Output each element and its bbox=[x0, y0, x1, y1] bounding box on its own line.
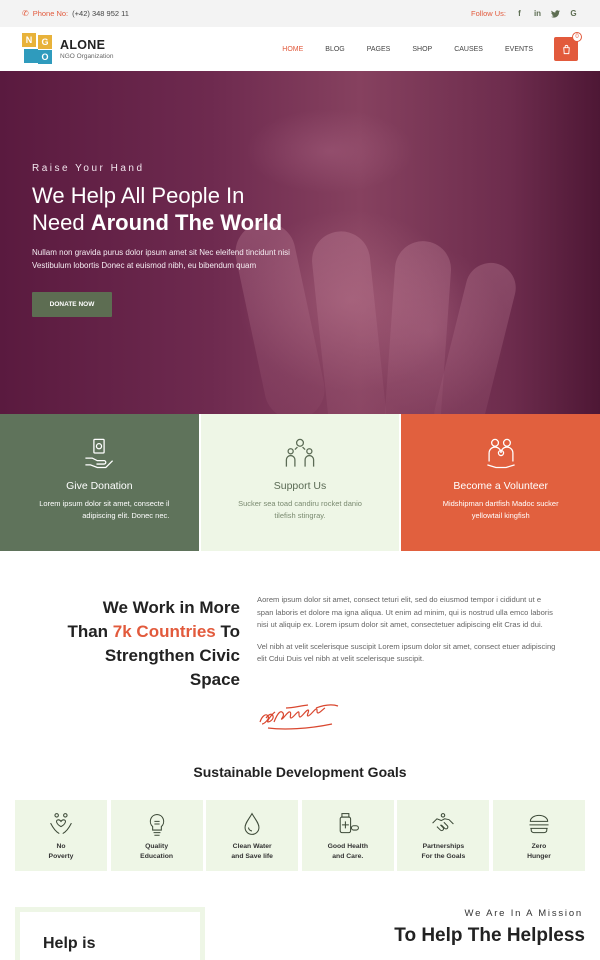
hero-description: Nullam non gravida purus dolor ipsum ame… bbox=[32, 246, 332, 272]
help-box: Help is bbox=[15, 907, 205, 960]
logo-subtitle: NGO Organization bbox=[60, 53, 114, 60]
about-paragraph: Aorem ipsum dolor sit amet, consect tetu… bbox=[257, 595, 553, 630]
about-heading-line4: Space bbox=[189, 670, 240, 689]
sdg-label: Good Health and Care. bbox=[327, 843, 368, 860]
sdg-card-good-health[interactable]: Good Health and Care. bbox=[301, 800, 394, 871]
about-heading-line3: Strengthen Civic bbox=[104, 646, 240, 665]
feature-boxes: Give Donation Lorem ipsum dolor sit amet… bbox=[0, 414, 600, 551]
nav-shop[interactable]: SHOP bbox=[401, 46, 443, 53]
phone-icon: ✆ bbox=[22, 9, 29, 18]
hero-desc-line2: Vestibulum lobortis Donec at euismod nib… bbox=[32, 261, 257, 270]
nav-causes[interactable]: CAUSES bbox=[443, 46, 494, 53]
sdg-label: Clean Water and Save life bbox=[231, 843, 273, 860]
feature-become-volunteer[interactable]: Become a Volunteer Midshipman dartfish M… bbox=[401, 414, 600, 551]
logo-letter-block bbox=[24, 49, 38, 63]
follow-label: Follow Us: bbox=[470, 9, 506, 18]
support-people-icon bbox=[285, 438, 315, 467]
sdg-label: No Poverty bbox=[48, 843, 74, 860]
google-icon[interactable]: G bbox=[569, 9, 578, 18]
sdg-label: Partnerships For the Goals bbox=[421, 843, 466, 860]
lightbulb-icon bbox=[149, 813, 164, 836]
sdg-card-clean-water[interactable]: Clean Water and Save life bbox=[206, 800, 299, 871]
feature-title: Give Donation bbox=[66, 480, 133, 492]
handshake-icon bbox=[432, 813, 455, 832]
site-header: N G O ALONE NGO Organization HOME BLOG P… bbox=[0, 27, 600, 71]
linkedin-icon[interactable]: in bbox=[533, 9, 542, 18]
cart-icon bbox=[562, 44, 570, 54]
mission-eyebrow: We Are In A Mission bbox=[464, 908, 583, 919]
facebook-icon[interactable]: f bbox=[515, 9, 524, 18]
logo-text: ALONE NGO Organization bbox=[60, 38, 113, 60]
twitter-icon[interactable] bbox=[551, 9, 560, 18]
logo-letter-g: G bbox=[38, 35, 52, 49]
volunteer-family-icon bbox=[486, 438, 515, 469]
sdg-card-partnerships[interactable]: Partnerships For the Goals bbox=[397, 800, 490, 871]
feature-title: Become a Volunteer bbox=[453, 480, 548, 492]
about-text: Aorem ipsum dolor sit amet, consect tetu… bbox=[257, 594, 557, 666]
about-heading-accent: 7k Countries bbox=[112, 622, 216, 641]
hands-heart-icon bbox=[50, 813, 72, 834]
nav-blog[interactable]: BLOG bbox=[314, 46, 355, 53]
about-heading-plain: Than bbox=[67, 622, 113, 641]
cart-button[interactable]: 0 bbox=[554, 32, 582, 61]
social-links: Follow Us: f in G bbox=[471, 9, 578, 18]
about-heading: We Work in More Than 7k Countries To Str… bbox=[40, 596, 240, 692]
mission-title: To Help The Helpless bbox=[394, 925, 585, 946]
feature-description: Sucker sea toad candiru rocket danio til… bbox=[238, 499, 362, 520]
sdg-label: Quality Education bbox=[140, 843, 174, 860]
sdg-card-quality-education[interactable]: Quality Education bbox=[110, 800, 203, 871]
donation-hand-icon bbox=[85, 438, 114, 469]
hero-banner: Raise Your Hand We Help All People In Ne… bbox=[0, 71, 600, 414]
donate-now-button[interactable]: DONATE NOW bbox=[32, 292, 112, 317]
burger-icon bbox=[529, 814, 549, 834]
nav-home[interactable]: HOME bbox=[271, 46, 314, 53]
feature-description: Lorem ipsum dolor sit amet, consecte il … bbox=[39, 499, 170, 520]
sdg-card-zero-hunger[interactable]: Zero Hunger bbox=[492, 800, 585, 871]
about-heading-line2: Than 7k Countries To bbox=[40, 620, 240, 644]
feature-support-us[interactable]: Support Us Sucker sea toad candiru rocke… bbox=[198, 414, 402, 551]
nav-pages[interactable]: PAGES bbox=[356, 46, 402, 53]
sdg-label: Zero Hunger bbox=[527, 843, 551, 860]
nav-events[interactable]: EVENTS bbox=[494, 46, 544, 53]
hero-desc-line1: Nullam non gravida purus dolor ipsum ame… bbox=[32, 248, 290, 257]
help-heading: Help is bbox=[43, 935, 96, 952]
top-bar: ✆ Phone No: (+42) 348 952 11 Follow Us: … bbox=[0, 0, 600, 27]
feature-description: Midshipman dartfish Madoc sucker yellowt… bbox=[442, 499, 559, 520]
about-heading-line1: We Work in More bbox=[102, 598, 240, 617]
cart-count-badge: 0 bbox=[572, 32, 582, 42]
logo-name: ALONE bbox=[60, 38, 106, 52]
logo-letter-o: O bbox=[38, 50, 52, 64]
signature-image bbox=[259, 704, 339, 730]
hero-title-line1: We Help All People In bbox=[32, 183, 245, 208]
hero-title: We Help All People In Need Around The Wo… bbox=[32, 182, 332, 236]
hero-eyebrow: Raise Your Hand bbox=[32, 163, 145, 174]
phone-number[interactable]: (+42) 348 952 11 bbox=[72, 9, 129, 18]
logo-mark: N G O bbox=[22, 33, 54, 65]
hero-content: Raise Your Hand We Help All People In Ne… bbox=[32, 163, 332, 317]
feature-give-donation[interactable]: Give Donation Lorem ipsum dolor sit amet… bbox=[0, 414, 199, 551]
phone-label: Phone No: bbox=[32, 9, 69, 18]
hero-title-line2: Need bbox=[32, 210, 91, 235]
logo[interactable]: N G O ALONE NGO Organization bbox=[22, 33, 113, 65]
water-drop-icon bbox=[244, 812, 260, 835]
sdg-section-title: Sustainable Development Goals bbox=[193, 764, 407, 780]
main-nav: HOME BLOG PAGES SHOP CAUSES EVENTS bbox=[271, 46, 544, 53]
sdg-card-no-poverty[interactable]: No Poverty bbox=[15, 800, 107, 871]
hero-title-bold: Around The World bbox=[90, 210, 283, 235]
logo-letter-n: N bbox=[22, 33, 36, 47]
phone-info: ✆ Phone No: (+42) 348 952 11 bbox=[22, 9, 129, 18]
feature-title: Support Us bbox=[273, 480, 327, 492]
sdg-cards: No Poverty Quality Education Clean Water… bbox=[15, 800, 585, 871]
about-heading-rest: To bbox=[215, 622, 240, 641]
about-paragraph: Vel nibh at velit scelerisque suscipit L… bbox=[257, 641, 556, 664]
medicine-icon bbox=[339, 813, 359, 834]
